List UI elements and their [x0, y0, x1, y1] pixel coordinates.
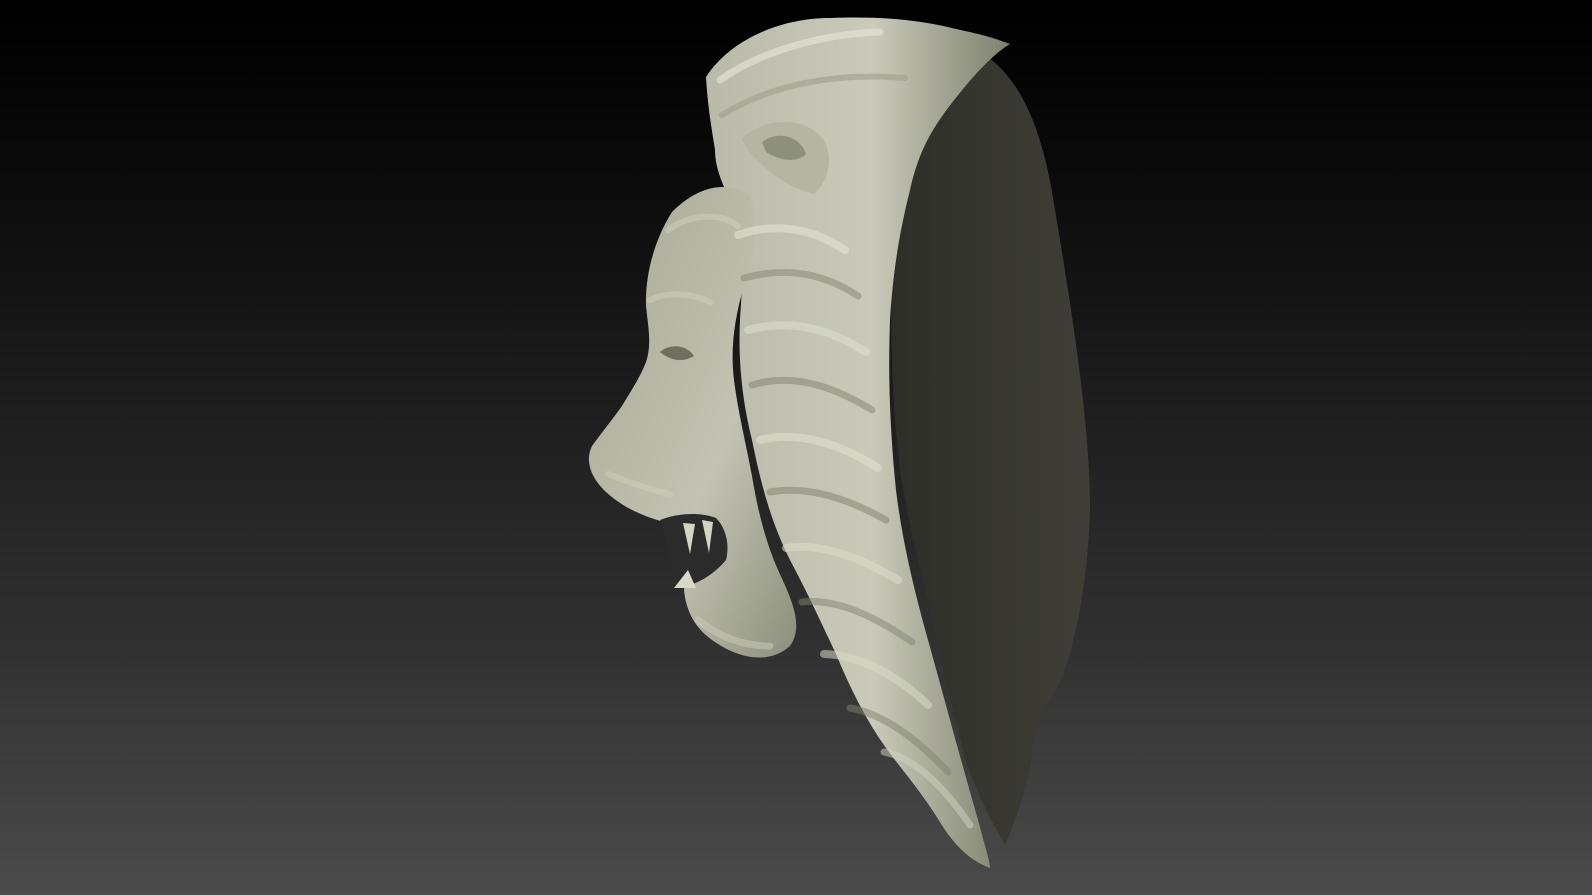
lion-head-model[interactable]: [0, 0, 1592, 895]
3d-viewport-canvas[interactable]: [0, 0, 1592, 895]
